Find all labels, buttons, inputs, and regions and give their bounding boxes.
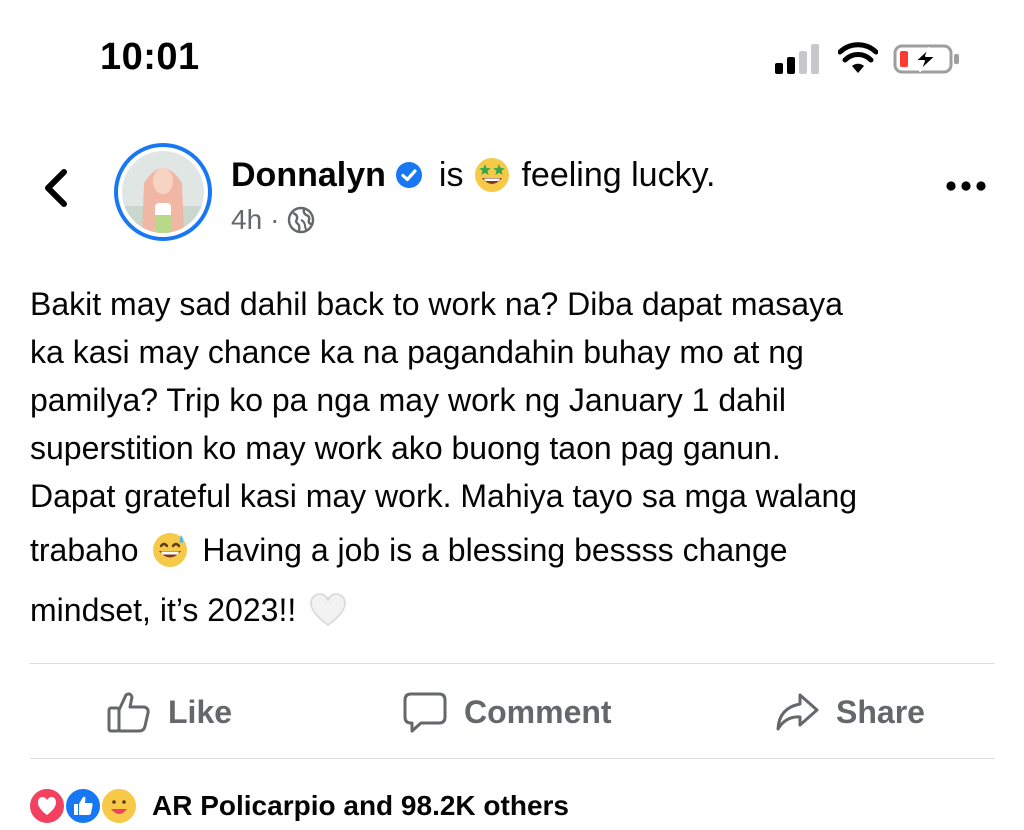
comment-button[interactable]: Comment xyxy=(402,666,612,758)
post-body-line: Bakit may sad dahil back to work na? Dib… xyxy=(30,286,843,322)
status-bar: 10:01 xyxy=(0,0,1024,110)
post-meta: 4h · xyxy=(231,204,315,236)
battery-charging-icon xyxy=(893,44,959,74)
post-body-line: Dapat grateful kasi may work. Mahiya tay… xyxy=(30,478,858,514)
verified-badge-icon xyxy=(395,162,422,188)
is-word: is xyxy=(438,155,464,194)
reactions-count-text: AR Policarpio and 98.2K others xyxy=(152,790,569,821)
avatar-photo xyxy=(122,151,204,233)
cellular-signal-icon xyxy=(775,44,823,74)
comment-bubble-icon xyxy=(403,692,447,733)
care-reaction-icon xyxy=(100,787,138,825)
star-struck-emoji-icon xyxy=(475,158,510,192)
post-body-text: Having a job is a blessing bessss change xyxy=(202,532,788,568)
reactions-summary[interactable]: AR Policarpio and 98.2K others xyxy=(28,786,569,826)
share-label: Share xyxy=(836,693,925,730)
post-body-line: pamilya? Trip ko pa nga may work ng Janu… xyxy=(30,382,786,418)
share-button[interactable]: Share xyxy=(774,666,925,758)
meta-separator: · xyxy=(270,204,280,235)
post-actions-bar: Like Comment Share xyxy=(30,666,995,758)
author-name[interactable]: Donnalyn xyxy=(231,156,386,195)
like-label: Like xyxy=(168,693,233,730)
post-headline: Donnalyn is feeling lucky. xyxy=(231,153,716,197)
post-body-text: trabaho xyxy=(30,532,139,568)
post-time[interactable]: 4h xyxy=(231,204,262,236)
white-heart-emoji-icon xyxy=(310,593,346,626)
post-body-line: ka kasi may chance ka na pagandahin buha… xyxy=(30,334,804,370)
post-body-line: superstition ko may work ako buong taon … xyxy=(30,430,781,466)
post-body: Bakit may sad dahil back to work na? Dib… xyxy=(30,280,990,640)
share-arrow-icon xyxy=(776,693,819,731)
comment-label: Comment xyxy=(464,693,612,730)
post-body-line: mindset, it’s 2023!! xyxy=(30,580,990,640)
globe-icon xyxy=(288,206,315,234)
divider xyxy=(30,663,995,664)
thumbs-up-icon xyxy=(107,692,150,733)
like-button[interactable]: Like xyxy=(106,666,232,758)
like-reaction-icon xyxy=(64,787,102,825)
activity-text: feeling lucky. xyxy=(521,155,716,194)
back-chevron-icon[interactable] xyxy=(38,166,74,210)
author-avatar[interactable] xyxy=(114,143,212,241)
love-reaction-icon xyxy=(28,787,66,825)
post-body-text: mindset, it’s 2023!! xyxy=(30,592,297,628)
wifi-icon xyxy=(838,42,878,73)
status-time: 10:01 xyxy=(100,36,200,78)
post-body-line: trabaho Having a job is a blessing besss… xyxy=(30,520,990,580)
reaction-icons xyxy=(28,787,144,825)
more-options-icon[interactable] xyxy=(944,174,988,198)
grinning-sweat-emoji-icon xyxy=(153,533,188,567)
divider xyxy=(30,758,995,759)
